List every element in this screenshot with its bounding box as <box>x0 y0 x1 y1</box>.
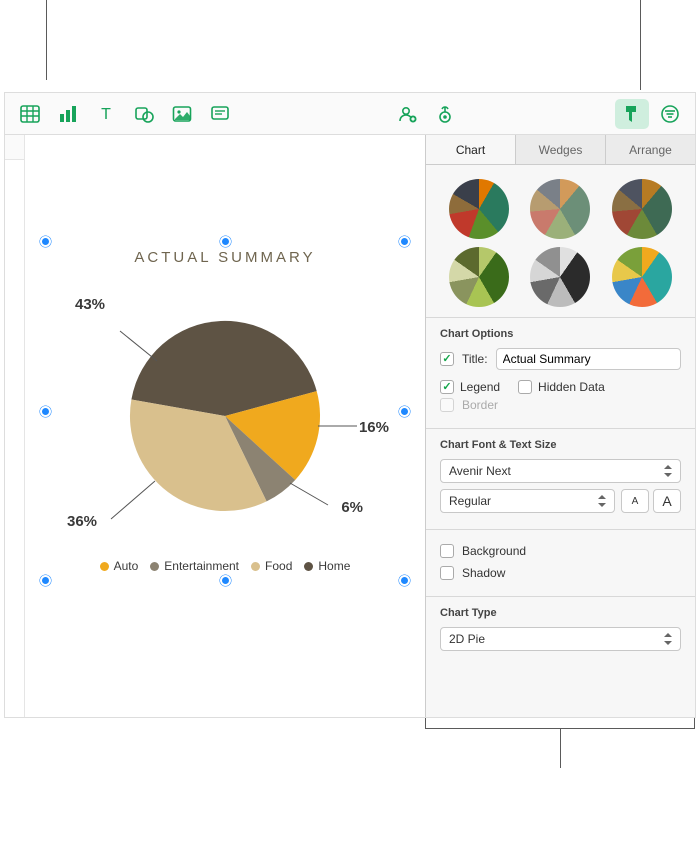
legend-item-home: Home <box>304 559 350 573</box>
chart-style-thumb[interactable] <box>612 247 672 307</box>
title-field[interactable] <box>496 348 681 370</box>
selection-handle[interactable] <box>220 575 231 586</box>
row-header-strip[interactable] <box>5 135 25 717</box>
title-label: Title: <box>462 352 488 366</box>
svg-text:T: T <box>101 106 111 123</box>
section-heading: Chart Type <box>440 607 681 619</box>
toolbar: T <box>5 93 695 135</box>
section-heading: Chart Font & Text Size <box>440 439 681 451</box>
canvas[interactable]: ACTUAL SUMMARY <box>25 135 425 717</box>
tab-arrange[interactable]: Arrange <box>606 135 695 164</box>
legend-item-auto: Auto <box>100 559 139 573</box>
text-icon[interactable]: T <box>89 99 123 129</box>
decrease-font-button[interactable]: A <box>621 489 649 513</box>
annotation-bracket <box>425 728 695 752</box>
chart-style-thumb[interactable] <box>449 247 509 307</box>
section-heading: Chart Options <box>440 328 681 340</box>
legend-item-entertainment: Entertainment <box>150 559 239 573</box>
legend-item-food: Food <box>251 559 292 573</box>
collaborate-icon[interactable] <box>390 99 424 129</box>
font-section: Chart Font & Text Size Avenir Next Regul… <box>426 429 695 530</box>
slice-label-food: 36% <box>67 513 97 530</box>
chart-type-section: Chart Type 2D Pie <box>426 597 695 663</box>
hidden-data-checkbox[interactable] <box>518 380 532 394</box>
slice-label-entertainment: 6% <box>341 499 363 516</box>
chart-style-grid <box>426 165 695 318</box>
selection-handle[interactable] <box>399 406 410 417</box>
tab-chart[interactable]: Chart <box>426 135 516 164</box>
chart-style-thumb[interactable] <box>449 179 509 239</box>
font-weight-select[interactable]: Regular <box>440 489 615 513</box>
font-family-select[interactable]: Avenir Next <box>440 459 681 483</box>
app-window: T <box>4 92 696 718</box>
filter-icon[interactable] <box>653 99 687 129</box>
selection-handle[interactable] <box>399 236 410 247</box>
chart-options-section: Chart Options Title: Legend Hidd <box>426 318 695 429</box>
annotation-line <box>640 0 641 90</box>
background-checkbox[interactable] <box>440 544 454 558</box>
format-inspector: Chart Wedges Arrange Chart Options <box>425 135 695 717</box>
chart-style-thumb[interactable] <box>530 247 590 307</box>
slice-label-auto: 16% <box>359 419 389 436</box>
chart-title[interactable]: ACTUAL SUMMARY <box>45 249 405 266</box>
selection-handle[interactable] <box>40 575 51 586</box>
slice-label-home: 43% <box>75 296 105 313</box>
legend-checkbox[interactable] <box>440 380 454 394</box>
hidden-data-label: Hidden Data <box>538 380 605 394</box>
shadow-label: Shadow <box>462 566 505 580</box>
chart-type-select[interactable]: 2D Pie <box>440 627 681 651</box>
increase-font-button[interactable]: A <box>653 489 681 513</box>
shape-icon[interactable] <box>127 99 161 129</box>
selection-handle[interactable] <box>40 236 51 247</box>
comment-icon[interactable] <box>203 99 237 129</box>
annotation-line <box>46 0 47 80</box>
selection-handle[interactable] <box>220 236 231 247</box>
inspector-tabs: Chart Wedges Arrange <box>426 135 695 165</box>
legend-label: Legend <box>460 380 500 394</box>
chart-style-thumb[interactable] <box>612 179 672 239</box>
selection-handle[interactable] <box>40 406 51 417</box>
chart-icon[interactable] <box>51 99 85 129</box>
chart-legend[interactable]: Auto Entertainment Food Home <box>45 559 405 573</box>
format-icon[interactable] <box>615 99 649 129</box>
shadow-checkbox[interactable] <box>440 566 454 580</box>
background-section: Background Shadow <box>426 530 695 597</box>
selected-chart[interactable]: ACTUAL SUMMARY <box>45 241 405 581</box>
border-label: Border <box>462 398 498 412</box>
border-checkbox <box>440 398 454 412</box>
selection-handle[interactable] <box>399 575 410 586</box>
media-icon[interactable] <box>165 99 199 129</box>
background-label: Background <box>462 544 526 558</box>
table-icon[interactable] <box>13 99 47 129</box>
tab-wedges[interactable]: Wedges <box>516 135 606 164</box>
title-checkbox[interactable] <box>440 352 454 366</box>
chart-style-thumb[interactable] <box>530 179 590 239</box>
settings-icon[interactable] <box>428 99 462 129</box>
